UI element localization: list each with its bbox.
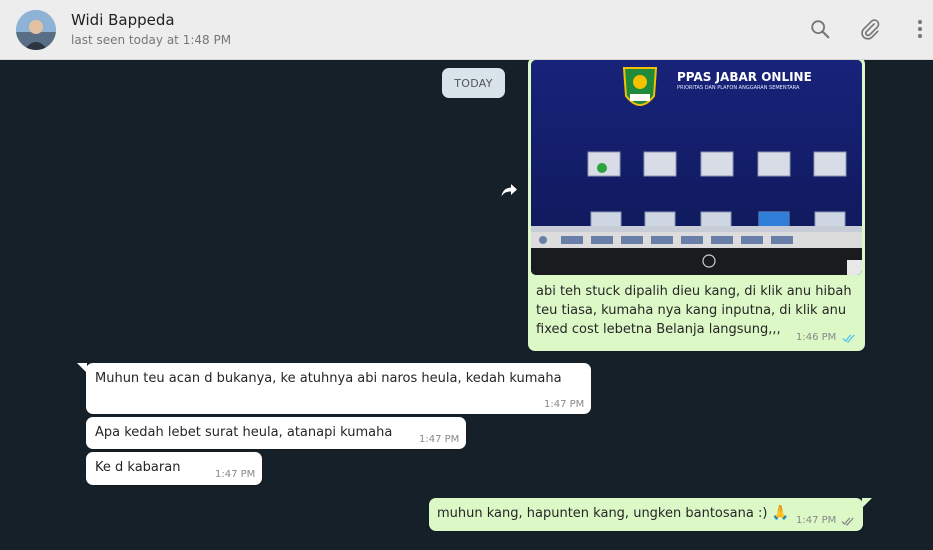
message-bubble-outgoing-image[interactable]: PPAS JABAR ONLINE PRIORITAS DAN PLAFON A… xyxy=(528,60,865,351)
read-receipt-icon xyxy=(842,334,855,343)
message-time: 1:47 PM xyxy=(215,469,256,480)
folded-hands-emoji: 🙏 xyxy=(771,505,789,521)
message-image[interactable]: PPAS JABAR ONLINE PRIORITAS DAN PLAFON A… xyxy=(531,60,862,275)
message-text-content: muhun kang, hapunten kang, ungken bantos… xyxy=(437,506,768,521)
message-text: abi teh stuck dipalih dieu kang, di klik… xyxy=(536,284,852,337)
chat-header: Widi Bappeda last seen today at 1:48 PM xyxy=(0,0,933,60)
forward-icon[interactable] xyxy=(497,178,521,202)
image-subtitle: PRIORITAS DAN PLAFON ANGGARAN SEMENTARA xyxy=(677,85,800,91)
message-text: Muhun teu acan d bukanya, ke atuhnya abi… xyxy=(95,371,562,386)
more-vert-icon[interactable] xyxy=(909,18,931,40)
message-bubble-outgoing[interactable]: muhun kang, hapunten kang, ungken bantos… xyxy=(429,498,863,531)
message-time: 1:47 PM xyxy=(419,434,460,445)
contact-avatar[interactable] xyxy=(16,10,56,50)
bubble-tail xyxy=(862,498,872,508)
message-bubble-incoming[interactable]: Muhun teu acan d bukanya, ke atuhnya abi… xyxy=(86,363,591,414)
contact-name[interactable]: Widi Bappeda xyxy=(71,11,175,29)
paperclip-icon[interactable] xyxy=(859,18,881,40)
delivered-receipt-icon xyxy=(841,517,854,526)
message-bubble-incoming[interactable]: Apa kedah lebet surat heula, atanapi kum… xyxy=(86,417,466,449)
date-divider: TODAY xyxy=(442,68,505,98)
message-text: Apa kedah lebet surat heula, atanapi kum… xyxy=(95,425,393,440)
last-seen-status: last seen today at 1:48 PM xyxy=(71,33,232,47)
message-time: 1:46 PM xyxy=(796,332,837,343)
message-text: muhun kang, hapunten kang, ungken bantos… xyxy=(437,505,789,521)
bubble-tail xyxy=(77,363,87,373)
search-icon[interactable] xyxy=(809,18,831,40)
message-bubble-incoming[interactable]: Ke d kabaran 1:47 PM xyxy=(86,452,262,485)
message-time: 1:47 PM xyxy=(796,515,837,526)
image-title: PPAS JABAR ONLINE xyxy=(677,70,812,84)
message-text: Ke d kabaran xyxy=(95,460,181,475)
chat-area[interactable]: TODAY PPAS JABAR ONLINE PRIORITAS DAN PL… xyxy=(0,60,933,550)
message-time: 1:47 PM xyxy=(544,399,585,410)
